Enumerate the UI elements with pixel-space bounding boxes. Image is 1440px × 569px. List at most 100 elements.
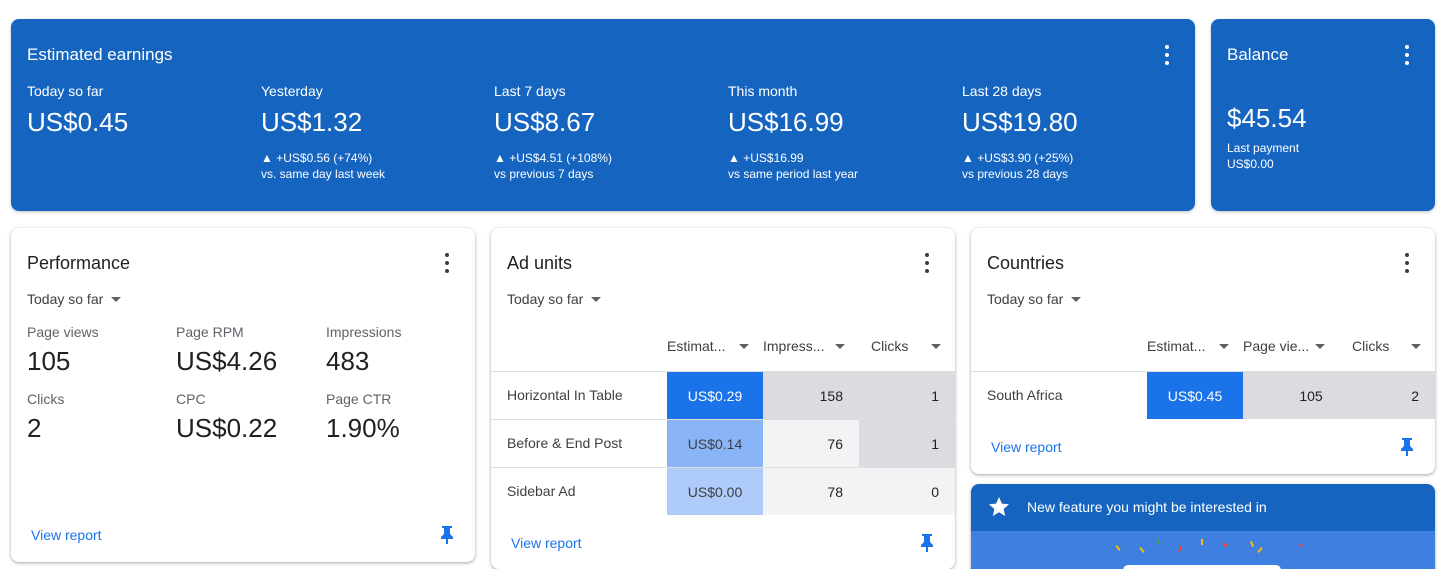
perf-metric-cpc: CPC US$0.22 [176,391,277,444]
perf-metric-clicks: Clicks 2 [27,391,64,444]
metric-compare: vs previous 28 days [962,167,1069,181]
arrow-drop-down-icon [1315,343,1325,349]
ad-units-card: Ad units Today so far Estimat... Impress… [491,228,955,569]
metric-label: Yesterday [261,83,323,99]
metric-value: 2 [27,413,42,443]
column-header-impressions[interactable]: Impress... [763,338,845,354]
earnings-cell: US$0.14 [667,420,763,467]
more-vert-icon[interactable] [444,253,450,273]
metric-compare: vs. same day last week [261,167,386,181]
clicks-cell: 2 [1339,372,1435,419]
perf-metric-page-views: Page views 105 [27,324,99,377]
feature-title: New feature you might be interested in [1027,499,1267,515]
more-vert-icon[interactable] [1164,45,1170,65]
table-row[interactable]: South Africa US$0.45 105 2 [971,371,1435,419]
view-report-link[interactable]: View report [511,535,582,551]
clicks-cell: 0 [859,468,955,515]
clicks-cell: 1 [859,372,955,419]
column-header-clicks[interactable]: Clicks [871,338,941,354]
metric-delta: ▲ +US$3.90 (+25%) [962,151,1074,165]
card-title: Countries [987,253,1065,273]
column-header-page-views[interactable]: Page vie... [1243,338,1325,354]
metric-label: Page CTR [326,391,392,407]
metric-label: Page RPM [176,324,244,340]
metric-value: 105 [27,346,71,376]
table-row[interactable]: Before & End Post US$0.14 76 1 [491,419,955,467]
confetti-illustration [1115,539,1303,569]
metric-compare: vs same period last year [728,167,859,181]
metric-label: Last 28 days [962,83,1042,99]
push-pin-icon[interactable] [919,533,935,553]
metric-label: This month [728,83,798,99]
arrow-drop-down-icon [1411,343,1421,349]
date-range-dropdown[interactable]: Today so far [507,291,602,307]
feature-banner [971,531,1435,569]
estimated-earnings-card: Estimated earnings Today so far US$0.45 … [11,19,1195,211]
perf-metric-page-ctr: Page CTR 1.90% [326,391,400,444]
metric-label: CPC [176,391,206,407]
metric-label: Today so far [27,83,104,99]
impressions-cell: 78 [763,468,859,515]
date-range-dropdown[interactable]: Today so far [987,291,1082,307]
card-title: Estimated earnings [27,45,173,64]
arrow-drop-down-icon [835,343,845,349]
column-label: Page vie... [1243,338,1310,354]
arrow-drop-down-icon [591,296,602,302]
earnings-cell: US$0.45 [1147,372,1243,419]
column-label: Impress... [763,338,825,354]
metric-value: US$0.45 [27,107,129,137]
balance-card: Balance $45.54 Last payment US$0.00 [1211,19,1435,211]
arrow-drop-down-icon [1219,343,1229,349]
earnings-metric-this-month: This month US$16.99 ▲ +US$16.99 vs same … [728,83,958,182]
balance-value: $45.54 [1227,103,1307,133]
date-range-label: Today so far [27,291,104,307]
metric-value: US$16.99 [728,107,844,137]
row-name: South Africa [987,387,1063,403]
metric-delta: ▲ +US$0.56 (+74%) [261,151,373,165]
arrow-drop-down-icon [739,343,749,349]
perf-metric-impressions: Impressions 483 [326,324,401,377]
column-header-estimated-earnings[interactable]: Estimat... [667,338,749,354]
push-pin-icon[interactable] [439,525,455,545]
card-title: Balance [1227,45,1289,64]
earnings-metric-last-28-days: Last 28 days US$19.80 ▲ +US$3.90 (+25%) … [962,83,1192,182]
new-feature-card[interactable]: New feature you might be interested in [971,484,1435,569]
column-label: Clicks [1352,338,1390,354]
countries-card: Countries Today so far Estimat... Page v… [971,228,1435,474]
arrow-drop-down-icon [931,343,941,349]
more-vert-icon[interactable] [1404,45,1410,65]
date-range-dropdown[interactable]: Today so far [27,291,122,307]
view-report-link[interactable]: View report [31,527,102,543]
push-pin-icon[interactable] [1399,437,1415,457]
perf-metric-page-rpm: Page RPM US$4.26 [176,324,277,377]
column-label: Clicks [871,338,909,354]
metric-delta: ▲ +US$16.99 [728,151,804,165]
star-icon [989,497,1009,516]
metric-value: US$8.67 [494,107,596,137]
row-name: Sidebar Ad [507,483,576,499]
date-range-label: Today so far [507,291,584,307]
column-header-clicks[interactable]: Clicks [1352,338,1421,354]
metric-value: US$1.32 [261,107,363,137]
metric-label: Last 7 days [494,83,566,99]
metric-value: 1.90% [326,413,400,443]
metric-value: US$0.22 [176,413,278,443]
arrow-drop-down-icon [1071,296,1082,302]
more-vert-icon[interactable] [1404,253,1410,273]
arrow-drop-down-icon [111,296,122,302]
column-header-estimated-earnings[interactable]: Estimat... [1147,338,1229,354]
clicks-cell: 1 [859,420,955,467]
metric-label: Clicks [27,391,65,407]
table-row[interactable]: Sidebar Ad US$0.00 78 0 [491,467,955,515]
metric-delta: ▲ +US$4.51 (+108%) [494,151,612,165]
metric-label: Impressions [326,324,402,340]
view-report-link[interactable]: View report [991,439,1062,455]
column-label: Estimat... [1147,338,1206,354]
row-name: Horizontal In Table [507,387,623,403]
more-vert-icon[interactable] [924,253,930,273]
table-row[interactable]: Horizontal In Table US$0.29 158 1 [491,371,955,419]
last-payment-label: Last payment [1227,141,1300,155]
earnings-metric-last-7-days: Last 7 days US$8.67 ▲ +US$4.51 (+108%) v… [494,83,724,182]
metric-value: US$4.26 [176,346,278,376]
performance-card: Performance Today so far Page views 105 … [11,228,475,562]
